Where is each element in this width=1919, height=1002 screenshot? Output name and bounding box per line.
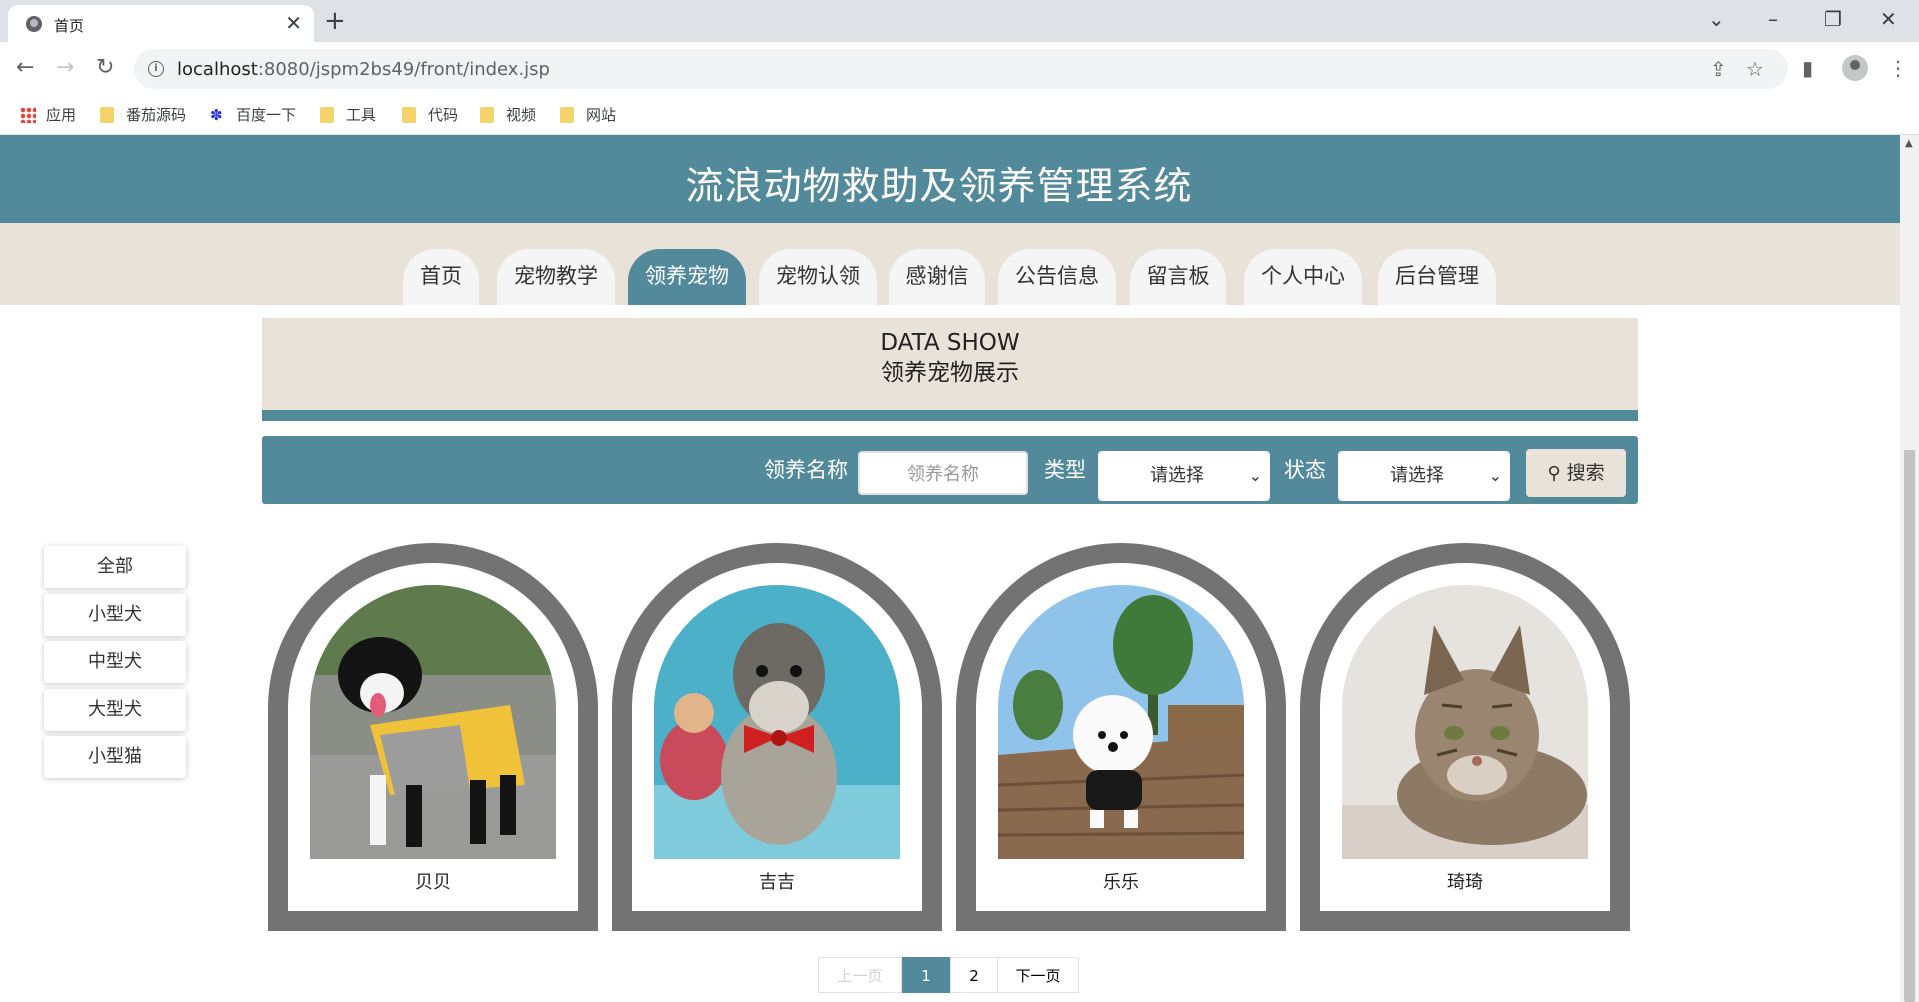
pet-card-inner: 吉吉 — [632, 563, 922, 911]
search-button[interactable]: ⚲ 搜索 — [1526, 449, 1626, 497]
section-title-en: DATA SHOW — [880, 330, 1020, 356]
apps-grid-icon — [20, 107, 36, 123]
info-icon[interactable]: i — [148, 61, 164, 77]
menu-icon[interactable]: ⋮ — [1888, 56, 1908, 80]
pet-photo-border-collie[interactable] — [310, 585, 556, 859]
category-small-dog[interactable]: 小型犬 — [44, 594, 186, 636]
category-large-dog[interactable]: 大型犬 — [44, 689, 186, 731]
forward-icon[interactable]: → — [56, 55, 74, 81]
status-label: 状态 — [1284, 458, 1326, 482]
nav-admin[interactable]: 后台管理 — [1378, 249, 1496, 305]
nav-pet-claim[interactable]: 宠物认领 — [759, 249, 877, 305]
minimize-icon[interactable]: – — [1768, 6, 1778, 32]
site-title: 流浪动物救助及领养管理系统 — [685, 164, 1193, 208]
close-window-icon[interactable]: ✕ — [1880, 6, 1897, 32]
pet-card[interactable]: 贝贝 — [268, 543, 598, 931]
browser-tab[interactable]: 首页 ✕ — [8, 5, 314, 42]
web-page: 流浪动物救助及领养管理系统 首页 宠物教学 领养宠物 宠物认领 感谢信 公告信息… — [0, 135, 1900, 1002]
share-icon[interactable]: ⇪ — [1710, 57, 1727, 81]
folder-icon — [480, 107, 494, 123]
pet-name[interactable]: 吉吉 — [632, 868, 922, 894]
new-tab-icon[interactable]: + — [324, 6, 346, 36]
category-small-cat[interactable]: 小型猫 — [44, 736, 186, 778]
pet-card-inner: 琦琦 — [1320, 563, 1610, 911]
nav-message-board[interactable]: 留言板 — [1130, 249, 1226, 305]
globe-icon — [26, 16, 42, 32]
bookmark-sites[interactable]: 网站 — [560, 105, 616, 125]
pet-photo-tabby-cat[interactable] — [1342, 585, 1588, 859]
restore-icon[interactable]: ❐ — [1824, 6, 1842, 32]
category-medium-dog[interactable]: 中型犬 — [44, 641, 186, 683]
pet-card-inner: 乐乐 — [976, 563, 1266, 911]
pet-photo-schnauzer[interactable] — [654, 585, 900, 859]
browser-toolbar: ← → ↻ i localhost:8080/jspm2bs49/front/i… — [0, 42, 1919, 96]
pet-name[interactable]: 贝贝 — [288, 868, 578, 894]
profile-avatar[interactable] — [1842, 55, 1868, 81]
tab-title: 首页 — [54, 17, 85, 35]
name-label: 领养名称 — [764, 458, 848, 482]
back-icon[interactable]: ← — [16, 55, 34, 81]
bookmark-code[interactable]: 代码 — [402, 105, 458, 125]
chevron-down-icon: ⌄ — [1248, 466, 1262, 485]
bookmark-star-icon[interactable]: ☆ — [1746, 57, 1764, 81]
bookmark-tools[interactable]: 工具 — [320, 105, 376, 125]
type-select[interactable]: 请选择 ⌄ — [1098, 451, 1270, 501]
section-banner: DATA SHOW 领养宠物展示 — [262, 318, 1638, 421]
page-scrollbar[interactable]: ▲ — [1900, 135, 1919, 1002]
main-nav: 首页 宠物教学 领养宠物 宠物认领 感谢信 公告信息 留言板 个人中心 后台管理 — [0, 223, 1900, 305]
pet-card-inner: 贝贝 — [288, 563, 578, 911]
scroll-up-icon[interactable]: ▲ — [1905, 138, 1913, 149]
bookmark-baidu[interactable]: ✽ 百度一下 — [210, 105, 296, 125]
tab-search-icon[interactable]: ⌄ — [1708, 6, 1725, 32]
bookmarks-bar: 应用 番茄源码 ✽ 百度一下 工具 代码 视频 网站 — [0, 96, 1919, 135]
scroll-thumb[interactable] — [1904, 450, 1915, 1002]
close-tab-icon[interactable]: ✕ — [285, 11, 302, 35]
pet-card[interactable]: 吉吉 — [612, 543, 942, 931]
chevron-down-icon: ⌄ — [1488, 466, 1502, 485]
section-title-cn: 领养宠物展示 — [881, 360, 1019, 386]
nav-thanks-letters[interactable]: 感谢信 — [889, 249, 985, 305]
pet-card[interactable]: 乐乐 — [956, 543, 1286, 931]
nav-pet-teaching[interactable]: 宠物教学 — [497, 249, 615, 305]
side-panel-icon[interactable]: ▮ — [1802, 56, 1813, 80]
folder-icon — [100, 107, 114, 123]
pagination-page-1[interactable]: 1 — [902, 957, 950, 993]
pet-photo-bichon[interactable] — [998, 585, 1244, 859]
bookmark-video[interactable]: 视频 — [480, 105, 536, 125]
baidu-paw-icon: ✽ — [210, 106, 223, 124]
status-select[interactable]: 请选择 ⌄ — [1338, 451, 1510, 501]
pet-name[interactable]: 琦琦 — [1320, 868, 1610, 894]
pet-name[interactable]: 乐乐 — [976, 868, 1266, 894]
reload-icon[interactable]: ↻ — [96, 55, 114, 81]
type-label: 类型 — [1044, 458, 1086, 482]
site-header: 流浪动物救助及领养管理系统 — [0, 135, 1900, 223]
search-bar: 领养名称 领养名称 类型 请选择 ⌄ 状态 请选择 ⌄ ⚲ 搜索 — [262, 436, 1638, 504]
folder-icon — [402, 107, 416, 123]
category-all[interactable]: 全部 — [44, 546, 186, 588]
search-icon: ⚲ — [1547, 463, 1561, 484]
nav-home[interactable]: 首页 — [403, 249, 479, 305]
pagination-prev[interactable]: 上一页 — [818, 957, 902, 993]
url-text[interactable]: localhost:8080/jspm2bs49/front/index.jsp — [177, 59, 550, 80]
nav-personal-center[interactable]: 个人中心 — [1244, 249, 1362, 305]
pagination-page-2[interactable]: 2 — [950, 957, 998, 993]
folder-icon — [320, 107, 334, 123]
pet-card[interactable]: 琦琦 — [1300, 543, 1630, 931]
address-bar[interactable]: i localhost:8080/jspm2bs49/front/index.j… — [134, 49, 1788, 89]
folder-icon — [560, 107, 574, 123]
bookmark-apps[interactable]: 应用 — [20, 105, 76, 125]
nav-announcements[interactable]: 公告信息 — [998, 249, 1116, 305]
bookmark-fanqie[interactable]: 番茄源码 — [100, 105, 186, 125]
browser-tab-bar: 首页 ✕ + ⌄ – ❐ ✕ — [0, 0, 1919, 42]
nav-adopt-pets[interactable]: 领养宠物 — [628, 249, 746, 305]
pagination-next[interactable]: 下一页 — [997, 957, 1079, 993]
name-search-input[interactable]: 领养名称 — [858, 451, 1028, 495]
